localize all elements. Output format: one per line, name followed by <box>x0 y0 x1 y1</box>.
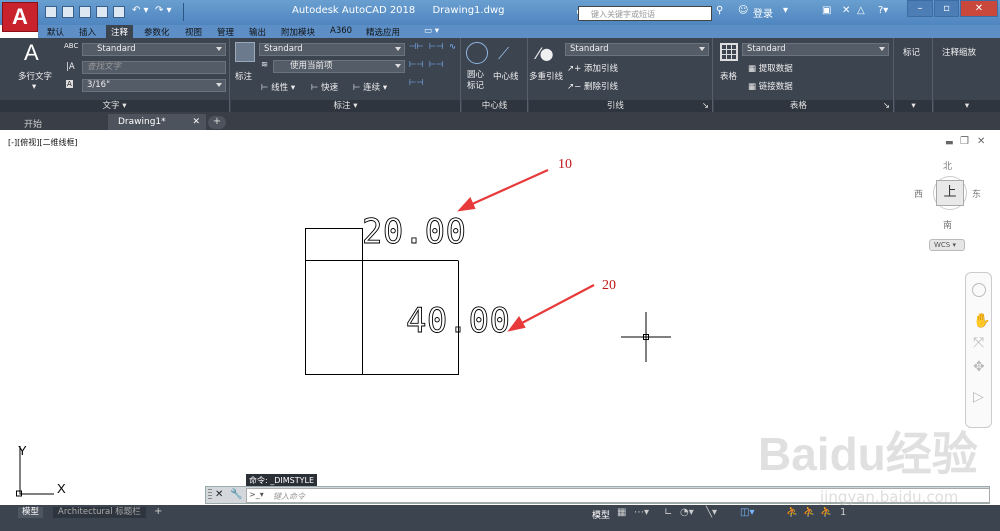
baidu-watermark-url: jingyan.baidu.com <box>820 488 959 506</box>
layout-tab-architectural[interactable]: Architectural 标题栏 <box>53 507 146 518</box>
ortho-icon[interactable]: ∟ <box>664 507 672 518</box>
command-grip[interactable] <box>208 489 212 501</box>
viewcube-south[interactable]: 南 <box>943 218 952 231</box>
command-prompt-icon: >_▾ <box>249 490 264 499</box>
auto-scale-icon[interactable]: ⛹ <box>803 507 815 518</box>
orbit-icon[interactable]: ✥ <box>973 359 985 375</box>
scale-value-icon[interactable]: 1 <box>840 507 846 518</box>
viewcube-west[interactable]: 西 <box>914 187 923 200</box>
steering-wheel-icon[interactable] <box>972 283 986 297</box>
wcs-menu[interactable]: WCS ▾ <box>929 239 965 251</box>
zoom-extents-icon[interactable]: ⤧ <box>973 335 984 351</box>
pan-icon[interactable]: ✋ <box>973 313 990 329</box>
grid-icon[interactable]: ▦ <box>617 507 626 518</box>
callout-arrow-2 <box>519 284 595 325</box>
viewcube-top[interactable]: 上 <box>936 180 964 206</box>
callout-arrow-1 <box>469 168 549 207</box>
viewcube-east[interactable]: 东 <box>972 187 981 200</box>
viewcube-north[interactable]: 北 <box>943 159 952 172</box>
status-bar <box>0 505 1000 531</box>
snap-icon[interactable]: ⋯▾ <box>634 507 649 518</box>
left-rectangle <box>305 228 363 375</box>
dimension-text-1: 20.00 <box>362 212 466 252</box>
callout-label-2: 20 <box>602 278 616 293</box>
command-customize-icon[interactable]: 🔧 <box>230 489 242 500</box>
command-close-icon[interactable]: ✕ <box>215 489 223 500</box>
add-layout-icon[interactable]: + <box>154 507 162 517</box>
annotation-visibility-icon[interactable]: ⛹ <box>786 507 798 518</box>
dimension-text-2: 40.00 <box>406 301 510 341</box>
ucs-x-label: X <box>57 481 66 496</box>
showmotion-icon[interactable]: ▷ <box>973 389 984 405</box>
polar-icon[interactable]: ◔▾ <box>680 507 694 518</box>
callout-arrowhead-2 <box>507 315 526 332</box>
baidu-watermark: Baidu经验 <box>758 428 978 480</box>
isodraft-icon[interactable]: ╲▾ <box>706 507 717 518</box>
osnap-icon[interactable]: ◫▾ <box>740 507 754 518</box>
navigation-bar: ✋ ⤧ ✥ ▷ <box>965 272 992 428</box>
callout-arrowhead-1 <box>457 197 476 212</box>
command-placeholder: 键入命令 <box>273 492 305 501</box>
ucs-y-label: Y <box>18 443 27 458</box>
layout-tab-model[interactable]: 模型 <box>18 507 44 518</box>
annotation-scale-icon[interactable]: ⛹ <box>820 507 832 518</box>
callout-label-1: 10 <box>558 157 572 172</box>
model-space-button[interactable]: 模型 <box>592 508 610 521</box>
